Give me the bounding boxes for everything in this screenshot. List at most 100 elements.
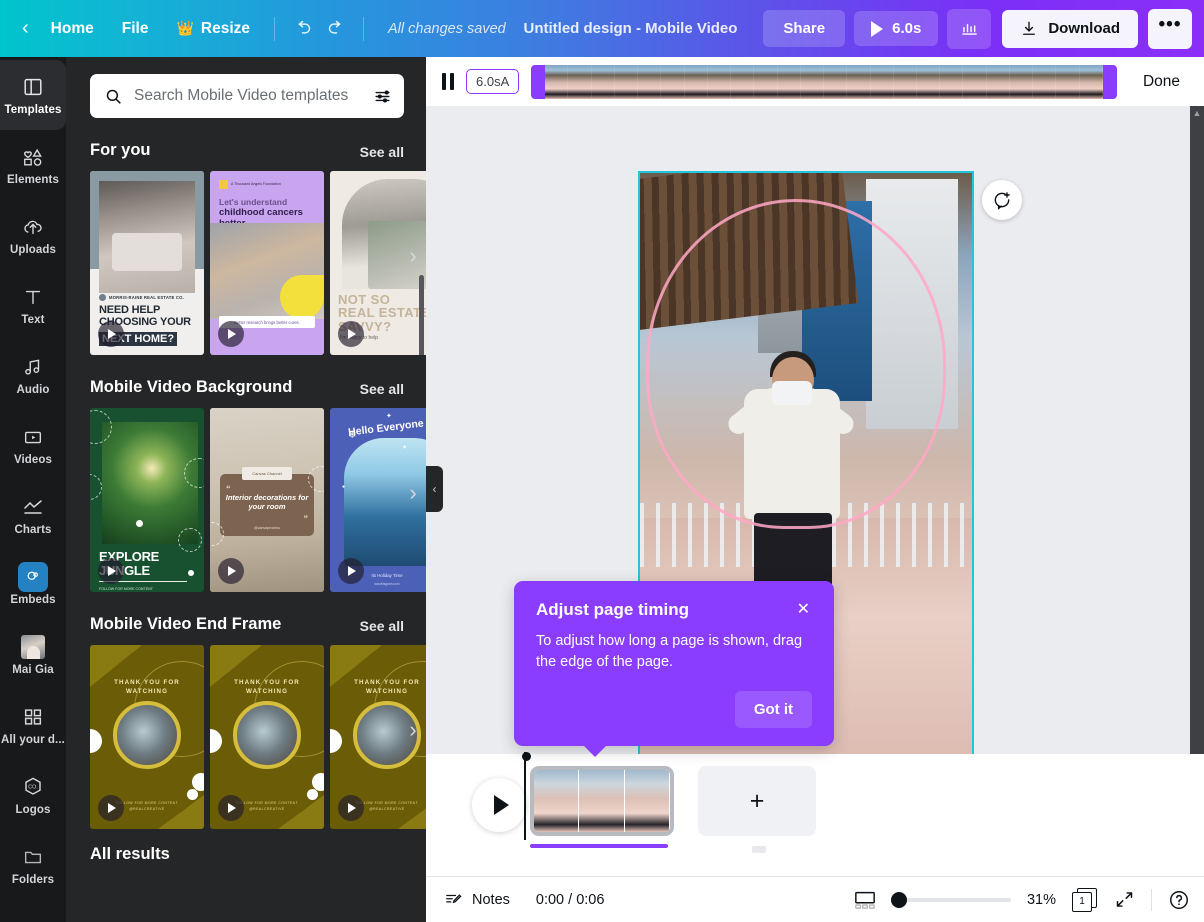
chevron-right-icon[interactable]: › xyxy=(400,233,426,279)
tooltip-title: Adjust page timing xyxy=(536,600,689,619)
scroll-up-icon[interactable]: ▲ xyxy=(1190,106,1204,120)
page-thumbnail-1[interactable] xyxy=(530,766,674,836)
template-credit: @canvaprocess xyxy=(254,526,280,530)
see-all-link-for-you[interactable]: See all xyxy=(360,144,404,160)
sidebar-item-text[interactable]: Text xyxy=(0,270,66,340)
redo-icon[interactable] xyxy=(319,12,353,46)
template-row-end-frame: THANK YOU FOR WATCHING FOLLOW FOR MORE C… xyxy=(66,645,426,829)
pause-icon[interactable] xyxy=(442,73,454,90)
sidebar-item-mai-gia[interactable]: Mai Gia xyxy=(0,620,66,690)
sidebar-item-videos[interactable]: Videos xyxy=(0,410,66,480)
section-header-end-frame: Mobile Video End Frame See all xyxy=(66,592,426,645)
download-button[interactable]: Download xyxy=(1002,9,1138,48)
add-page-button[interactable]: + xyxy=(698,766,816,836)
filmstrip-handle-right[interactable] xyxy=(1102,64,1117,99)
sidebar-item-embeds[interactable]: Embeds xyxy=(0,550,66,620)
tooltip-body: To adjust how long a page is shown, drag… xyxy=(536,633,803,671)
see-all-link-background[interactable]: See all xyxy=(360,381,404,397)
page-view-icon[interactable] xyxy=(853,889,877,911)
sidebar-item-logos[interactable]: CO. Logos xyxy=(0,760,66,830)
zoom-percent[interactable]: 31% xyxy=(1027,892,1056,908)
template-play-button[interactable] xyxy=(218,795,244,821)
done-button[interactable]: Done xyxy=(1129,67,1194,97)
sidebar-item-all-your-designs[interactable]: All your d... xyxy=(0,690,66,760)
time-display: 0:00 / 0:06 xyxy=(535,891,605,908)
panel-collapse-button[interactable]: ‹ xyxy=(426,466,443,512)
sidebar-item-charts[interactable]: Charts xyxy=(0,480,66,550)
template-play-button[interactable] xyxy=(98,558,124,584)
template-play-button[interactable] xyxy=(338,795,364,821)
page-timing-tooltip: Adjust page timing ✕ To adjust how long … xyxy=(514,581,834,758)
home-button[interactable]: Home xyxy=(37,12,108,46)
zoom-slider-knob[interactable] xyxy=(890,891,907,908)
filmstrip-frames xyxy=(545,64,1103,99)
sidebar-item-uploads[interactable]: Uploads xyxy=(0,200,66,270)
close-icon[interactable]: ✕ xyxy=(787,600,812,620)
template-line1: THANK YOU FOR xyxy=(234,679,300,686)
embeds-icon xyxy=(18,561,48,592)
got-it-button[interactable]: Got it xyxy=(734,691,812,729)
logo-hex-icon: CO. xyxy=(21,775,45,799)
template-card[interactable]: THANK YOU FOR WATCHING FOLLOW FOR MORE C… xyxy=(210,645,324,829)
download-label: Download xyxy=(1048,20,1120,37)
see-all-link-end-frame[interactable]: See all xyxy=(360,618,404,634)
sidebar-label-templates: Templates xyxy=(4,103,62,116)
pages-stack-icon[interactable]: 1 xyxy=(1072,887,1098,912)
undo-icon[interactable] xyxy=(285,12,319,46)
template-card[interactable]: A Thousand Angels Foundation Let's under… xyxy=(210,171,324,355)
template-quote: Interior decorations for your room xyxy=(225,493,309,512)
resize-button[interactable]: 👑 Resize xyxy=(162,12,264,46)
sidebar-item-templates[interactable]: Templates xyxy=(0,60,66,130)
insights-button[interactable] xyxy=(947,8,992,49)
play-button[interactable] xyxy=(472,778,526,832)
panel-scrollbar[interactable] xyxy=(419,275,424,355)
back-icon[interactable]: ‹ xyxy=(12,18,37,40)
grid-icon xyxy=(22,705,44,729)
zoom-slider[interactable] xyxy=(890,891,1011,908)
header-divider-2 xyxy=(363,16,365,41)
canvas-vertical-scrollbar[interactable]: ▲ xyxy=(1190,106,1204,800)
add-comment-icon[interactable] xyxy=(982,180,1022,220)
sidebar-item-audio[interactable]: Audio xyxy=(0,340,66,410)
file-menu-button[interactable]: File xyxy=(108,12,163,46)
share-button[interactable]: Share xyxy=(763,10,846,47)
app-header: ‹ Home File 👑 Resize All changes saved U… xyxy=(0,0,1204,57)
template-card[interactable]: THANK YOU FOR WATCHING FOLLOW FOR MORE C… xyxy=(90,645,204,829)
more-options-button[interactable]: ••• xyxy=(1148,8,1192,49)
filmstrip[interactable] xyxy=(531,64,1117,99)
search-placeholder: Search Mobile Video templates xyxy=(134,87,349,104)
template-head1: Let's understand xyxy=(219,197,288,207)
sidebar-label-mai-gia: Mai Gia xyxy=(12,663,54,676)
template-play-button[interactable] xyxy=(218,558,244,584)
sidebar-item-folders[interactable]: Folders xyxy=(0,830,66,900)
chevron-right-icon[interactable]: › xyxy=(400,707,426,753)
notes-button[interactable]: Notes xyxy=(444,890,510,909)
design-title[interactable]: Untitled design - Mobile Video xyxy=(512,12,750,45)
template-play-button[interactable] xyxy=(218,321,244,347)
bar-chart-icon xyxy=(961,23,977,35)
template-card[interactable]: MORRIS-RAINE REAL ESTATE CO. NEED HELP C… xyxy=(90,171,204,355)
sidebar-item-elements[interactable]: Elements xyxy=(0,130,66,200)
chevron-right-icon[interactable]: › xyxy=(400,470,426,516)
template-play-button[interactable] xyxy=(98,795,124,821)
expand-arrows-icon[interactable] xyxy=(1114,889,1135,910)
help-circle-icon[interactable] xyxy=(1168,889,1190,911)
search-input[interactable]: Search Mobile Video templates xyxy=(90,74,404,118)
duration-chip[interactable]: 6.0sA xyxy=(466,69,520,94)
notes-label: Notes xyxy=(472,891,510,908)
template-line2: WATCHING xyxy=(125,688,169,695)
play-icon xyxy=(871,20,884,37)
editor-area: 6.0sA Done ▲ Adjust page timing ✕ To adj… xyxy=(426,57,1204,922)
filmstrip-handle-left[interactable] xyxy=(531,64,546,99)
preview-play-button[interactable]: 6.0s xyxy=(854,11,939,46)
page-duration-bar[interactable] xyxy=(530,844,668,848)
folder-icon xyxy=(22,845,44,869)
template-play-button[interactable] xyxy=(338,321,364,347)
template-play-button[interactable] xyxy=(338,558,364,584)
template-line2: WATCHING xyxy=(365,688,409,695)
bottom-right-controls: 31% 1 xyxy=(853,887,1190,912)
template-play-button[interactable] xyxy=(98,321,124,347)
template-card[interactable]: EXPLORE JUNGLE FOLLOW FOR MORE CONTENT xyxy=(90,408,204,592)
sidebar-label-audio: Audio xyxy=(16,383,50,396)
template-card[interactable]: Canvas Channel “ ” Interior decorations … xyxy=(210,408,324,592)
